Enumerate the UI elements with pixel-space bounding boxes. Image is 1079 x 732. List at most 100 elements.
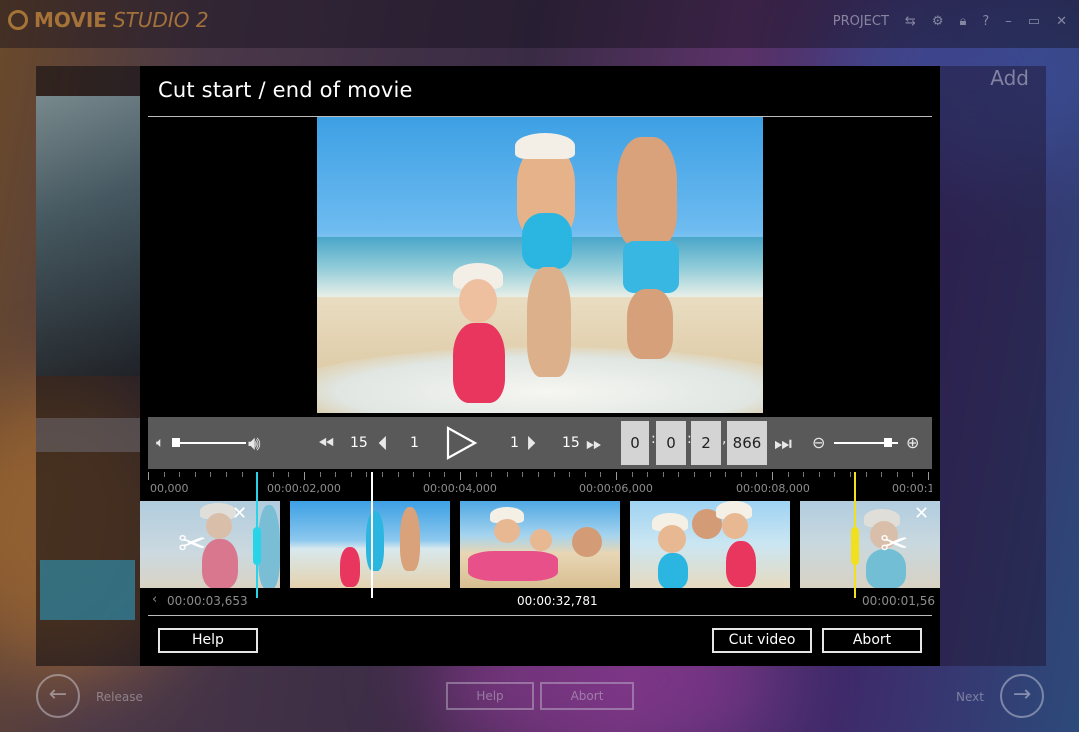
timeline-ruler[interactable]: 00,000 00:00:02,000 00:00:04,000 00:00:0…: [148, 469, 932, 499]
ruler-tick: [616, 472, 617, 480]
thumb-person: [726, 541, 756, 587]
ruler-tick: [850, 472, 851, 477]
ruler-tick: [788, 472, 789, 477]
video-hat: [515, 133, 575, 159]
volume-slider[interactable]: [172, 442, 246, 444]
ruler-tick: [148, 472, 149, 480]
ruler-tick: [179, 472, 180, 477]
app-logo: MOVIE STUDIO 2: [8, 8, 209, 32]
ruler-tick: [710, 472, 711, 477]
play-icon: [446, 426, 478, 460]
ruler-tick: [164, 472, 165, 477]
close-icon[interactable]: ✕: [1056, 14, 1067, 29]
ruler-label: 00:00:1: [892, 482, 932, 495]
clip-thumbnail[interactable]: ✂ ✕: [800, 501, 940, 588]
zoom-in-icon[interactable]: ⊕: [906, 417, 919, 469]
volume-knob[interactable]: [171, 438, 180, 447]
ruler-label: 00:00:04,000: [423, 482, 497, 495]
ruler-tick: [803, 472, 804, 477]
step-forward-button[interactable]: ⏵︎: [526, 417, 536, 469]
play-button[interactable]: [444, 417, 478, 469]
scissors-icon: ✂: [178, 524, 207, 564]
next-arrow-icon[interactable]: →: [1000, 674, 1044, 718]
dialog-title: Cut start / end of movie: [158, 78, 413, 102]
ruler-tick: [444, 472, 445, 477]
zoom-knob[interactable]: [884, 438, 893, 447]
video-girl-face: [459, 279, 497, 323]
ruler-tick: [507, 472, 508, 477]
time-millis-field[interactable]: 866: [727, 421, 767, 465]
end-marker-line[interactable]: [854, 472, 856, 598]
time-minutes-field[interactable]: 0: [656, 421, 686, 465]
start-trim-time: 00:00:03,653: [167, 594, 248, 608]
thumb-face: [722, 513, 748, 539]
bg-media-panel: [940, 66, 1046, 666]
step-back-label: 1: [410, 435, 419, 451]
playhead-line[interactable]: [371, 472, 373, 598]
remove-segment-icon[interactable]: ✕: [914, 505, 929, 523]
ruler-label: 00:00:02,000: [267, 482, 341, 495]
skip-back-15-button[interactable]: ⏪︎: [318, 417, 334, 469]
ruler-tick: [320, 472, 321, 477]
thumb-face: [658, 525, 686, 553]
ruler-tick: [366, 472, 367, 477]
bg-abort-button[interactable]: Abort: [540, 682, 634, 710]
bg-help-button[interactable]: Help: [446, 682, 534, 710]
minimize-icon[interactable]: –: [1005, 14, 1012, 29]
bg-timeline-clip: [40, 560, 135, 620]
video-figure-father: [617, 137, 677, 247]
settings-icon[interactable]: ⚙: [932, 14, 944, 29]
thumb-person: [340, 547, 360, 587]
next-label: Next: [956, 690, 984, 704]
clip-thumbnail[interactable]: [460, 501, 620, 588]
ruler-tick: [741, 472, 742, 477]
film-reel-icon: [8, 10, 28, 30]
ruler-tick: [819, 472, 820, 477]
step-forward-label: 1: [510, 435, 519, 451]
ruler-tick: [195, 472, 196, 477]
skip-forward-15-button[interactable]: ⏩︎: [586, 417, 602, 469]
jump-to-end-button[interactable]: ⏭︎: [774, 417, 792, 469]
ruler-tick: [928, 472, 929, 480]
clip-thumbnail[interactable]: [290, 501, 450, 588]
project-menu[interactable]: PROJECT: [833, 14, 889, 29]
step-back-button[interactable]: ⏴︎: [378, 417, 388, 469]
ruler-tick: [335, 472, 336, 477]
ruler-tick: [351, 472, 352, 477]
time-seconds-field[interactable]: 2: [691, 421, 721, 465]
abort-button[interactable]: Abort: [822, 628, 922, 653]
ruler-label: 00:00:06,000: [579, 482, 653, 495]
time-hours-field[interactable]: 0: [621, 421, 649, 465]
ruler-tick: [273, 472, 274, 477]
lock-icon[interactable]: 🔒︎: [959, 14, 966, 29]
video-swimsuit: [522, 213, 572, 269]
ruler-tick: [429, 472, 430, 477]
cut-video-button[interactable]: Cut video: [712, 628, 812, 653]
playback-controls: 🔈︎ 🔊︎ ⏪︎ 15 ⏴︎ 1 1 ⏵︎ 15 ⏩︎ 0 : 0 : 2 , …: [148, 417, 932, 469]
scroll-left-icon[interactable]: ‹: [152, 592, 157, 607]
undo-redo-icon[interactable]: ⇆: [905, 14, 916, 29]
ruler-tick: [632, 472, 633, 477]
back-arrow-icon[interactable]: ←: [36, 674, 80, 718]
cut-movie-dialog: Cut start / end of movie 🔈︎ 🔊︎ ⏪︎ 15 ⏴︎ …: [140, 66, 940, 666]
time-separator: ,: [722, 431, 727, 447]
zoom-out-icon[interactable]: ⊖: [812, 417, 825, 469]
mute-icon[interactable]: 🔈︎: [156, 417, 164, 469]
ruler-tick: [694, 472, 695, 477]
video-preview[interactable]: [317, 117, 763, 413]
help-icon[interactable]: ?: [982, 14, 989, 29]
ruler-tick: [772, 472, 773, 480]
remove-segment-icon[interactable]: ✕: [232, 505, 247, 523]
ruler-tick: [897, 472, 898, 477]
clip-thumbnail[interactable]: [630, 501, 790, 588]
start-marker-line[interactable]: [256, 472, 258, 598]
help-button[interactable]: Help: [158, 628, 258, 653]
ruler-tick: [554, 472, 555, 477]
maximize-icon[interactable]: ▭: [1028, 14, 1040, 29]
total-duration: 00:00:32,781: [517, 594, 598, 608]
back-label: Release: [96, 690, 143, 704]
thumbnail-strip[interactable]: ✂ ✕ ✂ ✕: [140, 501, 940, 589]
ruler-tick: [460, 472, 461, 480]
ruler-tick: [304, 472, 305, 480]
volume-max-icon[interactable]: 🔊︎: [248, 417, 261, 469]
